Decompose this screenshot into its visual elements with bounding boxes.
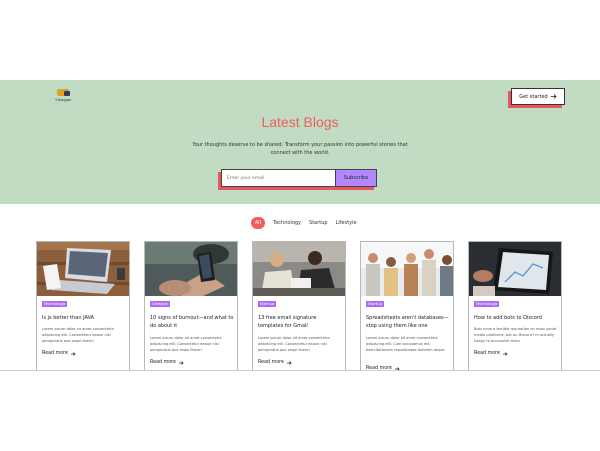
card-image-meeting (253, 242, 345, 296)
bottom-border (0, 370, 600, 371)
blog-card[interactable]: Technology How to add bots to Discord Bo… (468, 241, 562, 371)
blog-card[interactable]: Startup 13 free email signature template… (252, 241, 346, 371)
category-badge: Startup (366, 301, 385, 307)
card-title[interactable]: Is js better than JAVA (42, 314, 126, 322)
hero-title: Latest Blogs (261, 114, 339, 130)
card-excerpt: Lorem ipsum dolor sit amet consectetur a… (150, 336, 222, 352)
card-title[interactable]: Spreadsheets aren't databases—stop using… (366, 314, 450, 330)
category-badge: Technology (474, 301, 500, 307)
card-title[interactable]: How to add bots to Discord (474, 314, 558, 322)
email-input[interactable]: Enter your email (221, 169, 335, 187)
page-frame: Y-blogger Get started Latest Blogs Your … (0, 80, 600, 371)
card-excerpt: Bots have a terrible reputation on most … (474, 327, 557, 343)
arrow-right-icon (71, 351, 76, 356)
card-excerpt: Lorem ipsum dolor sit amet consectetur a… (42, 327, 114, 343)
get-started-label: Get started (519, 93, 548, 100)
category-badge: Startup (258, 301, 277, 307)
site-logo[interactable]: Y-blogger (55, 89, 75, 105)
get-started-button[interactable]: Get started (511, 88, 565, 105)
card-excerpt: Lorem ipsum dolor sit amet consectetur a… (258, 336, 330, 352)
filter-startup[interactable]: Startup (309, 220, 328, 226)
blog-card[interactable]: Lifestyle 10 signs of burnout—and what t… (144, 241, 238, 371)
subscribe-button[interactable]: Subscribe (335, 169, 377, 187)
read-more-label: Read more (258, 360, 285, 365)
filter-lifestyle[interactable]: Lifestyle (336, 220, 357, 226)
subscribe-form: Enter your email Subscribe (221, 169, 377, 187)
arrow-right-icon (503, 351, 508, 356)
read-more-label: Read more (474, 351, 501, 356)
card-title[interactable]: 13 free email signature templates for Gm… (258, 314, 342, 330)
card-image-phone (145, 242, 237, 296)
category-badge: Lifestyle (150, 301, 170, 307)
filter-all[interactable]: All (251, 217, 265, 229)
card-title[interactable]: 10 signs of burnout—and what to do about… (150, 314, 234, 330)
arrow-right-icon (287, 360, 292, 365)
read-more-link[interactable]: Read more (150, 360, 184, 365)
read-more-link[interactable]: Read more (42, 351, 76, 356)
read-more-label: Read more (42, 351, 69, 356)
category-filters: All Technology Startup Lifestyle (251, 217, 357, 229)
category-badge: Technology (42, 301, 68, 307)
card-image-laptop (37, 242, 129, 296)
filter-technology[interactable]: Technology (273, 220, 301, 226)
hero-subtitle: Your thoughts deserve to be shared. Tran… (192, 142, 408, 156)
read-more-label: Read more (150, 360, 177, 365)
blog-card[interactable]: Startup Spreadsheets aren't databases—st… (360, 241, 454, 371)
card-image-friends (361, 242, 453, 296)
logo-text: Y-blogger (55, 98, 72, 102)
blog-card[interactable]: Technology Is js better than JAVA Lorem … (36, 241, 130, 371)
hero-section: Y-blogger Get started Latest Blogs Your … (0, 80, 600, 204)
arrow-right-icon (179, 360, 184, 365)
arrow-right-icon (550, 94, 557, 99)
card-image-tablet (469, 242, 561, 296)
card-excerpt: Lorem ipsum dolor sit amet consectetur a… (366, 336, 446, 352)
read-more-link[interactable]: Read more (474, 351, 508, 356)
read-more-link[interactable]: Read more (258, 360, 292, 365)
logo-icon-accent (64, 91, 70, 96)
